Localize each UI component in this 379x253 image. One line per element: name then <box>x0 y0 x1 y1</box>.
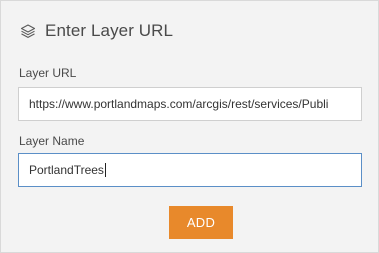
layer-url-label: Layer URL <box>19 66 77 80</box>
add-button[interactable]: ADD <box>169 206 233 239</box>
layer-name-label: Layer Name <box>19 134 85 148</box>
layer-url-input[interactable]: https://www.portlandmaps.com/arcgis/rest… <box>18 87 362 121</box>
layer-url-value: https://www.portlandmaps.com/arcgis/rest… <box>29 97 329 111</box>
panel-title: Enter Layer URL <box>45 21 174 40</box>
enter-layer-url-panel: Enter Layer URL Layer URL https://www.po… <box>0 0 379 253</box>
panel-header: Enter Layer URL <box>20 19 173 43</box>
text-caret <box>104 163 106 177</box>
layer-name-value: PortlandTrees <box>29 163 104 177</box>
layers-icon <box>20 23 36 39</box>
layer-name-input[interactable]: PortlandTrees <box>18 153 362 187</box>
